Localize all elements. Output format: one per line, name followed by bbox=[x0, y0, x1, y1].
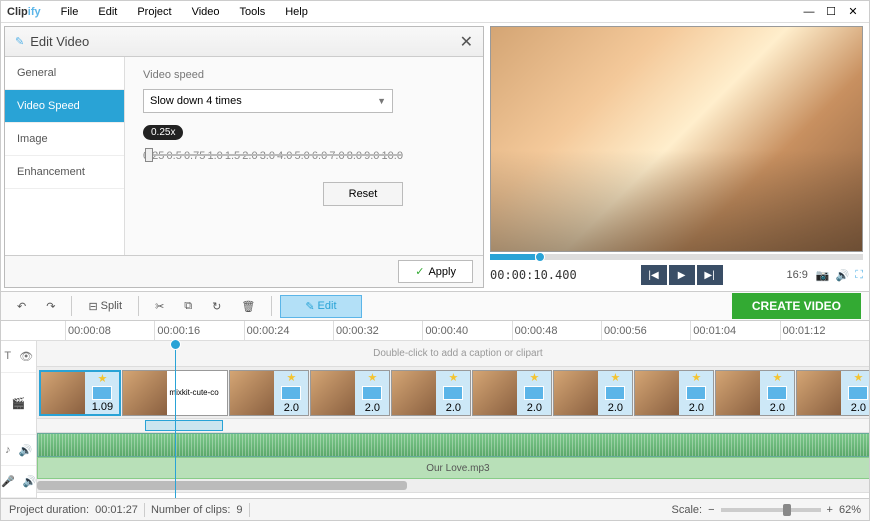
delete-button[interactable]: 🗑 bbox=[233, 296, 263, 317]
menu-help[interactable]: Help bbox=[277, 4, 316, 20]
zoom-value: 62% bbox=[839, 504, 861, 516]
edit-icon: ✎ bbox=[15, 35, 24, 48]
music-track[interactable]: Our Love.mp3 bbox=[37, 457, 869, 479]
timeline-clip[interactable]: ★2.0 bbox=[391, 370, 471, 416]
selection-track[interactable] bbox=[37, 419, 869, 433]
zoom-in-button[interactable]: + bbox=[827, 504, 833, 516]
rotate-button[interactable]: ↻ bbox=[204, 296, 229, 317]
timeline-clip[interactable]: ★1.09 bbox=[39, 370, 121, 416]
speed-dropdown[interactable]: Slow down 4 times ▼ bbox=[143, 89, 393, 113]
close-button[interactable]: ✕ bbox=[843, 4, 863, 20]
reset-button[interactable]: Reset bbox=[323, 182, 403, 206]
toolbar: ↶ ↷ ⊟ Split ✂ ⧉ ↻ 🗑 ✎ Edit CREATE VIDEO bbox=[1, 291, 869, 321]
tab-general[interactable]: General bbox=[5, 57, 124, 90]
section-label: Video speed bbox=[143, 69, 465, 81]
visibility-icon[interactable]: 👁 bbox=[19, 350, 33, 363]
crop-button[interactable]: ⧉ bbox=[176, 296, 200, 317]
duration-label: Project duration: bbox=[9, 504, 89, 516]
timeline-scrollbar[interactable] bbox=[37, 479, 869, 493]
tab-video-speed[interactable]: Video Speed bbox=[5, 90, 124, 123]
scale-label: Scale: bbox=[672, 504, 703, 516]
speed-badge: 0.25x bbox=[143, 125, 183, 140]
duration-value: 00:01:27 bbox=[95, 504, 138, 516]
maximize-button[interactable]: ☐ bbox=[821, 4, 841, 20]
timeline-clip[interactable]: ★2.0 bbox=[553, 370, 633, 416]
video-track[interactable]: ★1.09mixkit-cute-co★2.0★2.0★2.0★2.0★2.0★… bbox=[37, 367, 869, 419]
slider-handle[interactable] bbox=[145, 148, 153, 162]
clips-value: 9 bbox=[236, 504, 242, 516]
text-track-icon[interactable]: T bbox=[4, 350, 11, 362]
timeline: 00:00:0800:00:1600:00:2400:00:3200:00:40… bbox=[1, 321, 869, 498]
next-frame-button[interactable]: ▶| bbox=[697, 265, 723, 285]
aspect-ratio: 16:9 bbox=[786, 269, 807, 281]
menubar: Clipify File Edit Project Video Tools He… bbox=[1, 1, 869, 23]
preview-panel: 00:00:10.400 |◀ ▶ ▶| 16:9 📷 🔊 ⛶ bbox=[487, 23, 869, 291]
timeline-clip[interactable]: ★2.0 bbox=[310, 370, 390, 416]
tab-enhancement[interactable]: Enhancement bbox=[5, 156, 124, 189]
edit-tabs: General Video Speed Image Enhancement bbox=[5, 57, 125, 255]
app-logo: Clipify bbox=[7, 6, 41, 18]
audio-track-icon[interactable]: ♪ bbox=[5, 444, 11, 456]
timeline-clip[interactable]: ★2.0 bbox=[715, 370, 795, 416]
mic-track-icon[interactable]: 🎤 bbox=[1, 475, 15, 488]
audio-track[interactable] bbox=[37, 433, 869, 457]
edit-button[interactable]: ✎ Edit bbox=[280, 295, 361, 318]
clips-label: Number of clips: bbox=[151, 504, 230, 516]
timeline-clip[interactable]: ★2.0 bbox=[472, 370, 552, 416]
menu-file[interactable]: File bbox=[53, 4, 87, 20]
caption-track[interactable]: Double-click to add a caption or clipart bbox=[37, 341, 869, 367]
volume-icon[interactable]: 🔊 bbox=[836, 269, 850, 282]
panel-close-button[interactable]: ✕ bbox=[460, 32, 473, 52]
snapshot-icon[interactable]: 📷 bbox=[816, 269, 830, 282]
speaker-icon[interactable]: 🔊 bbox=[19, 444, 33, 457]
fullscreen-icon[interactable]: ⛶ bbox=[855, 269, 863, 282]
prev-frame-button[interactable]: |◀ bbox=[641, 265, 667, 285]
minimize-button[interactable]: — bbox=[799, 4, 819, 20]
statusbar: Project duration: 00:01:27 Number of cli… bbox=[1, 498, 869, 520]
speaker-icon[interactable]: 🔊 bbox=[23, 475, 37, 488]
redo-button[interactable]: ↷ bbox=[38, 296, 63, 317]
split-button[interactable]: ⊟ Split bbox=[80, 296, 130, 317]
edit-video-panel: ✎ Edit Video ✕ General Video Speed Image… bbox=[4, 26, 484, 288]
tab-image[interactable]: Image bbox=[5, 123, 124, 156]
menu-video[interactable]: Video bbox=[184, 4, 228, 20]
create-video-button[interactable]: CREATE VIDEO bbox=[732, 293, 861, 319]
menu-edit[interactable]: Edit bbox=[90, 4, 125, 20]
speed-slider[interactable]: 0.250.50.751.01.52.03.04.05.06.07.08.09.… bbox=[143, 150, 403, 170]
timeline-clip[interactable]: ★2.0 bbox=[634, 370, 714, 416]
chevron-down-icon: ▼ bbox=[377, 96, 386, 106]
undo-button[interactable]: ↶ bbox=[9, 296, 34, 317]
time-ruler[interactable]: 00:00:0800:00:1600:00:2400:00:3200:00:40… bbox=[1, 321, 869, 341]
play-button[interactable]: ▶ bbox=[669, 265, 695, 285]
timeline-clip[interactable]: ★2.0 bbox=[229, 370, 309, 416]
cut-button[interactable]: ✂ bbox=[147, 296, 172, 317]
zoom-out-button[interactable]: − bbox=[708, 504, 714, 516]
zoom-slider[interactable] bbox=[721, 508, 821, 512]
menu-tools[interactable]: Tools bbox=[232, 4, 274, 20]
preview-viewport[interactable] bbox=[490, 26, 863, 252]
check-icon: ✓ bbox=[415, 265, 424, 278]
apply-button[interactable]: ✓ Apply bbox=[398, 260, 473, 283]
panel-title: Edit Video bbox=[30, 34, 89, 49]
seek-bar[interactable] bbox=[490, 254, 863, 260]
timeline-clip[interactable]: ★2.0 bbox=[796, 370, 869, 416]
timecode: 00:00:10.400 bbox=[490, 268, 577, 282]
playhead[interactable] bbox=[175, 341, 176, 498]
video-track-icon[interactable]: 🎬 bbox=[12, 397, 26, 410]
menu-project[interactable]: Project bbox=[129, 4, 179, 20]
